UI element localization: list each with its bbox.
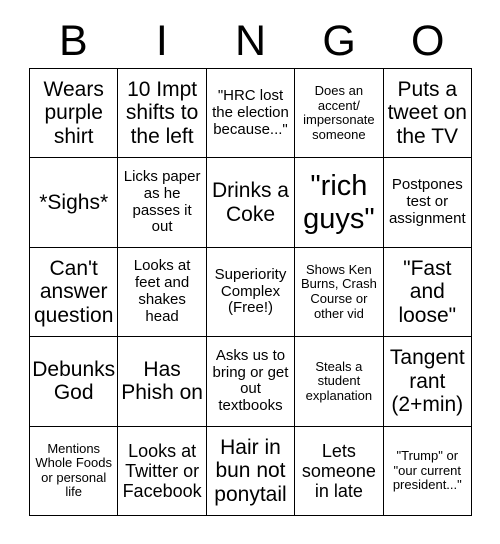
bingo-cell-free[interactable]: Superiority Complex (Free!): [206, 247, 296, 338]
bingo-cell-label: Lets someone in late: [301, 440, 376, 501]
bingo-cell-label: *Sighs*: [39, 190, 109, 214]
bingo-cell-label: Does an accent/ impersonate someone: [303, 83, 375, 142]
bingo-cell-label: "Fast and loose": [398, 256, 457, 327]
bingo-header-letter-g: G: [322, 16, 356, 65]
bingo-cell-label: Hair in bun not ponytail: [214, 435, 287, 506]
bingo-cell[interactable]: Shows Ken Burns, Crash Course or other v…: [295, 247, 384, 338]
bingo-cell[interactable]: Looks at Twitter or Facebook: [118, 426, 207, 516]
bingo-cell[interactable]: Puts a tweet on the TV: [383, 69, 472, 159]
bingo-cell-label: Tangent rant (2+min): [389, 346, 465, 417]
bingo-cell-label: Looks at feet and shakes head: [133, 257, 191, 325]
bingo-cell[interactable]: *Sighs*: [30, 158, 119, 248]
bingo-grid: Wears purple shirt 10 Impt shifts to the…: [29, 68, 472, 516]
bingo-cell[interactable]: Wears purple shirt: [30, 69, 119, 159]
bingo-cell-label: Looks at Twitter or Facebook: [122, 440, 202, 501]
bingo-header-letter-o: O: [410, 16, 445, 65]
bingo-cell-label: Can't answer question: [33, 256, 114, 327]
bingo-cell-label: Has Phish on: [121, 357, 203, 405]
bingo-cell[interactable]: Drinks a Coke: [206, 158, 296, 248]
bingo-cell[interactable]: Can't answer question: [30, 247, 119, 338]
bingo-cell-label: Asks us to bring or get out textbooks: [212, 346, 289, 415]
bingo-cell-label: Mentions Whole Foods or personal life: [35, 440, 112, 500]
bingo-cell[interactable]: Debunks God: [30, 337, 119, 427]
bingo-cell[interactable]: Licks paper as he passes it out: [118, 158, 207, 248]
bingo-header-letter-i: I: [155, 16, 168, 65]
bingo-cell-label: Steals a student explanation: [305, 358, 373, 403]
bingo-cell[interactable]: Postpones test or assignment: [383, 158, 472, 248]
bingo-cell[interactable]: Mentions Whole Foods or personal life: [30, 426, 119, 516]
bingo-cell[interactable]: "Trump" or "our current president...": [383, 426, 472, 516]
bingo-card: B I N G O Wears purple shirt 10 Impt shi…: [0, 0, 500, 544]
bingo-cell[interactable]: "HRC lost the election because...": [206, 69, 296, 159]
bingo-cell[interactable]: Tangent rant (2+min): [383, 337, 472, 427]
bingo-cell-label: Debunks God: [32, 357, 116, 405]
bingo-cell-label: Drinks a Coke: [211, 179, 289, 226]
bingo-cell[interactable]: Asks us to bring or get out textbooks: [206, 337, 296, 427]
bingo-cell-label: Licks paper as he passes it out: [123, 168, 201, 236]
bingo-cell[interactable]: Hair in bun not ponytail: [206, 426, 296, 516]
bingo-cell[interactable]: "Fast and loose": [383, 247, 472, 338]
bingo-cell-label: "HRC lost the election because...": [212, 87, 289, 138]
bingo-cell[interactable]: 10 Impt shifts to the left: [118, 69, 207, 159]
bingo-cell-label: Postpones test or assignment: [388, 176, 466, 227]
bingo-cell[interactable]: Steals a student explanation: [295, 337, 384, 427]
bingo-cell-label: 10 Impt shifts to the left: [125, 77, 199, 148]
bingo-header-row: B I N G O: [29, 14, 472, 68]
bingo-cell-label: "Trump" or "our current president...": [392, 447, 462, 493]
bingo-cell-label: Superiority Complex (Free!): [214, 265, 287, 317]
bingo-cell-label: Puts a tweet on the TV: [387, 77, 467, 148]
bingo-cell-label: Wears purple shirt: [43, 77, 104, 148]
bingo-header-letter-b: B: [58, 16, 88, 65]
bingo-cell[interactable]: Does an accent/ impersonate someone: [295, 69, 384, 159]
bingo-header-letter-n: N: [234, 16, 267, 65]
bingo-cell[interactable]: "rich guys": [295, 158, 384, 248]
bingo-cell-label: Shows Ken Burns, Crash Course or other v…: [300, 261, 377, 321]
bingo-cell[interactable]: Has Phish on: [118, 337, 207, 427]
bingo-cell[interactable]: Looks at feet and shakes head: [118, 247, 207, 338]
bingo-cell[interactable]: Lets someone in late: [295, 426, 384, 516]
bingo-cell-label: "rich guys": [303, 170, 375, 235]
